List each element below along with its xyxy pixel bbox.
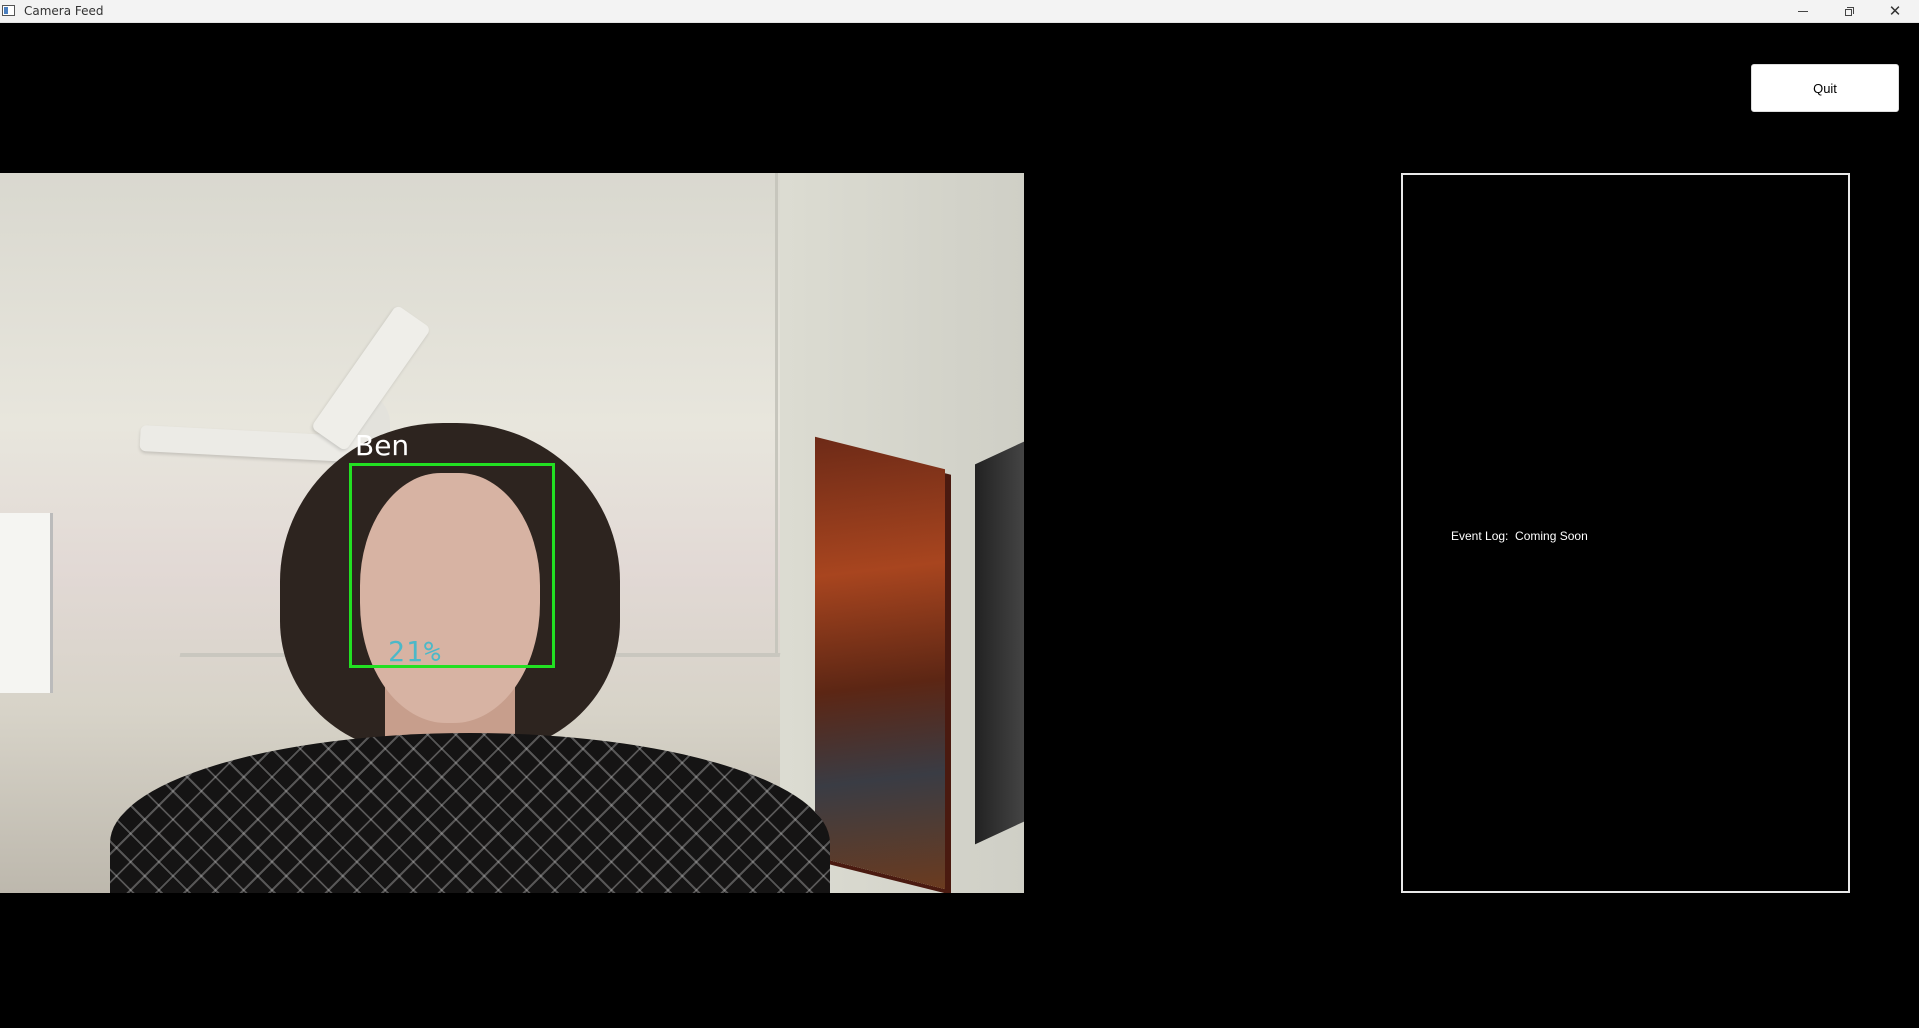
face-detection-confidence: 21% [388,635,442,668]
restore-icon [1844,6,1854,16]
minimize-button[interactable] [1780,0,1826,22]
close-button[interactable]: ✕ [1872,0,1918,22]
face-detection-box [349,463,555,668]
app-icon [2,5,15,16]
background-door [975,441,1024,845]
background-window [0,513,53,693]
minimize-icon [1798,10,1808,12]
wall-corner [775,173,778,653]
app-window: Camera Feed ✕ Quit Ben 21% Event Log: Co… [0,0,1919,1028]
close-icon: ✕ [1888,1,1902,20]
quit-button[interactable]: Quit [1751,64,1899,112]
event-log-text: Event Log: Coming Soon [1451,529,1588,543]
wall-painting [815,436,945,890]
restore-button[interactable] [1826,0,1872,22]
window-title: Camera Feed [24,4,104,18]
title-bar[interactable]: Camera Feed ✕ [0,0,1919,23]
person-hoodie [110,733,830,893]
event-log-panel: Event Log: Coming Soon [1401,173,1850,893]
camera-feed: Ben 21% [0,173,1024,893]
face-detection-name: Ben [355,429,410,462]
